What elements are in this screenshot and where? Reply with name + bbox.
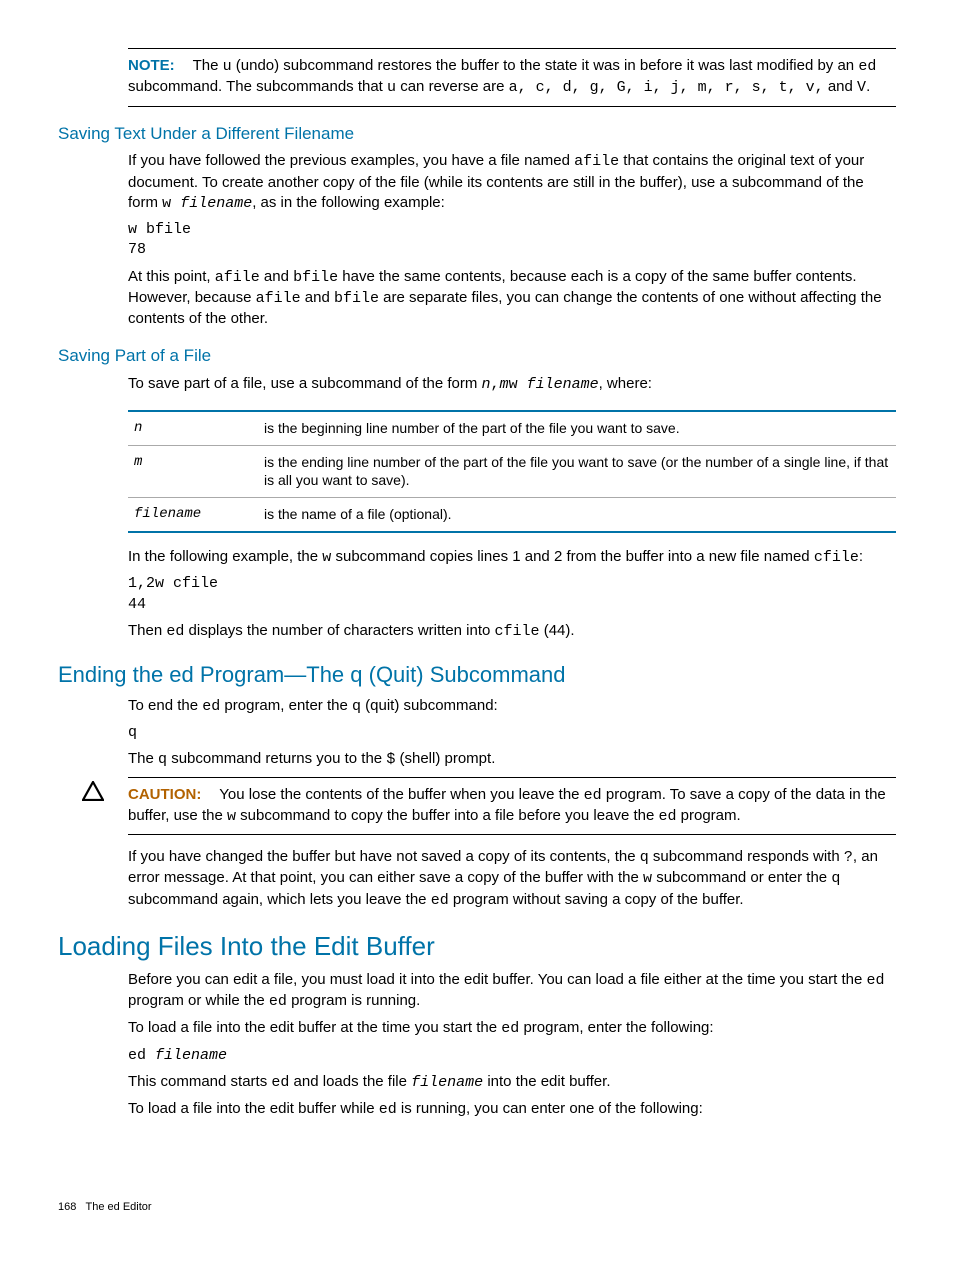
param-desc: is the ending line number of the part of…: [264, 453, 890, 491]
caution-block: CAUTION: You lose the contents of the bu…: [128, 777, 896, 836]
code-block: q: [128, 723, 896, 743]
para: This command starts ed and loads the fil…: [128, 1072, 896, 1093]
page-number: 168: [58, 1201, 76, 1213]
heading-save-part: Saving Part of a File: [58, 345, 896, 368]
heading-save-diff: Saving Text Under a Different Filename: [58, 123, 896, 146]
footer-title: The ed Editor: [86, 1201, 152, 1213]
para: At this point, afile and bfile have the …: [128, 267, 896, 330]
param-term: filename: [134, 505, 264, 524]
para: To end the ed program, enter the q (quit…: [128, 696, 896, 717]
document-page: NOTE: The u (undo) subcommand restores t…: [0, 0, 954, 1235]
para: The q subcommand returns you to the $ (s…: [128, 749, 896, 770]
para: Then ed displays the number of character…: [128, 621, 896, 642]
para: In the following example, the w subcomma…: [128, 547, 896, 568]
code-block: w bfile 78: [128, 220, 896, 261]
code-block: 1,2w cfile 44: [128, 574, 896, 615]
caution-text: You lose the contents of the buffer when…: [128, 786, 886, 824]
para: If you have changed the buffer but have …: [128, 847, 896, 911]
code-block: ed filename: [128, 1046, 896, 1066]
note-label: NOTE:: [128, 57, 175, 74]
caution-row: CAUTION: You lose the contents of the bu…: [82, 777, 896, 836]
parameter-table: n is the beginning line number of the pa…: [128, 410, 896, 534]
param-term: n: [134, 419, 264, 438]
caution-icon: [82, 781, 128, 807]
param-desc: is the name of a file (optional).: [264, 505, 890, 524]
caution-label: CAUTION:: [128, 786, 201, 803]
table-row: n is the beginning line number of the pa…: [128, 412, 896, 445]
heading-quit: Ending the ed Program—The q (Quit) Subco…: [58, 660, 896, 690]
table-row: m is the ending line number of the part …: [128, 445, 896, 498]
para: To load a file into the edit buffer at t…: [128, 1018, 896, 1039]
param-desc: is the beginning line number of the part…: [264, 419, 890, 438]
page-footer: 168 The ed Editor: [58, 1200, 896, 1215]
table-row: filename is the name of a file (optional…: [128, 497, 896, 531]
note-block: NOTE: The u (undo) subcommand restores t…: [128, 48, 896, 107]
param-term: m: [134, 453, 264, 491]
para: Before you can edit a file, you must loa…: [128, 970, 896, 1013]
note-text: The u (undo) subcommand restores the buf…: [128, 57, 876, 95]
para: To save part of a file, use a subcommand…: [128, 374, 896, 395]
para: If you have followed the previous exampl…: [128, 151, 896, 214]
heading-loading: Loading Files Into the Edit Buffer: [58, 929, 896, 964]
para: To load a file into the edit buffer whil…: [128, 1099, 896, 1120]
